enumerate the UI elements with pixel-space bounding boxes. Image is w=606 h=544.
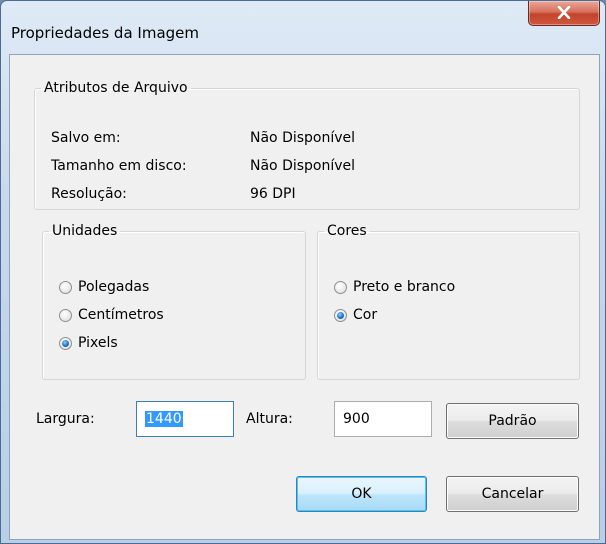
height-input[interactable]: 900 xyxy=(334,401,432,437)
colors-legend: Cores xyxy=(327,223,367,239)
radio-centimeters-label: Centímetros xyxy=(78,307,164,323)
colors-group: Cores Preto e branco Cor xyxy=(317,223,580,380)
default-size-button[interactable]: Padrão xyxy=(446,403,579,439)
width-input-value: 1440 xyxy=(145,411,183,427)
radio-centimeters-indicator[interactable] xyxy=(59,308,72,322)
file-attributes-group: Atributos de Arquivo Salvo em: Não Dispo… xyxy=(34,80,580,210)
resolution-value: 96 DPI xyxy=(250,186,296,202)
units-group: Unidades Polegadas Centímetros Pixels xyxy=(42,223,306,380)
width-label: Largura: xyxy=(36,411,95,427)
radio-black-white[interactable]: Preto e branco xyxy=(334,279,455,295)
resolution-label: Resolução: xyxy=(51,186,127,202)
radio-black-white-label: Preto e branco xyxy=(353,279,456,295)
radio-inches[interactable]: Polegadas xyxy=(59,279,149,295)
close-button[interactable] xyxy=(528,1,600,26)
radio-inches-label: Polegadas xyxy=(78,279,150,295)
radio-pixels[interactable]: Pixels xyxy=(59,335,118,351)
units-legend: Unidades xyxy=(52,223,118,239)
close-icon xyxy=(557,6,571,19)
width-input[interactable]: 1440 xyxy=(136,401,234,437)
radio-centimeters[interactable]: Centímetros xyxy=(59,307,164,323)
saved-in-label: Salvo em: xyxy=(51,130,121,146)
radio-color-indicator[interactable] xyxy=(334,308,347,322)
ok-button[interactable]: OK xyxy=(296,476,427,512)
saved-in-value: Não Disponível xyxy=(250,130,356,146)
radio-pixels-indicator[interactable] xyxy=(59,336,72,350)
radio-black-white-indicator[interactable] xyxy=(334,280,347,294)
radio-inches-indicator[interactable] xyxy=(59,280,72,294)
disk-size-value: Não Disponível xyxy=(250,158,356,174)
radio-color[interactable]: Cor xyxy=(334,307,377,323)
height-input-value: 900 xyxy=(343,411,370,427)
title-bar[interactable]: Propriedades da Imagem xyxy=(1,1,605,42)
disk-size-label: Tamanho em disco: xyxy=(51,158,187,174)
window-title: Propriedades da Imagem xyxy=(11,24,199,42)
radio-pixels-label: Pixels xyxy=(78,335,118,351)
height-label: Altura: xyxy=(246,411,293,427)
dialog-client-area: Atributos de Arquivo Salvo em: Não Dispo… xyxy=(9,54,600,540)
dialog-window: Propriedades da Imagem Atributos de Arqu… xyxy=(0,0,606,544)
file-attributes-legend: Atributos de Arquivo xyxy=(44,80,188,96)
cancel-button[interactable]: Cancelar xyxy=(446,476,579,512)
radio-color-label: Cor xyxy=(353,307,378,323)
